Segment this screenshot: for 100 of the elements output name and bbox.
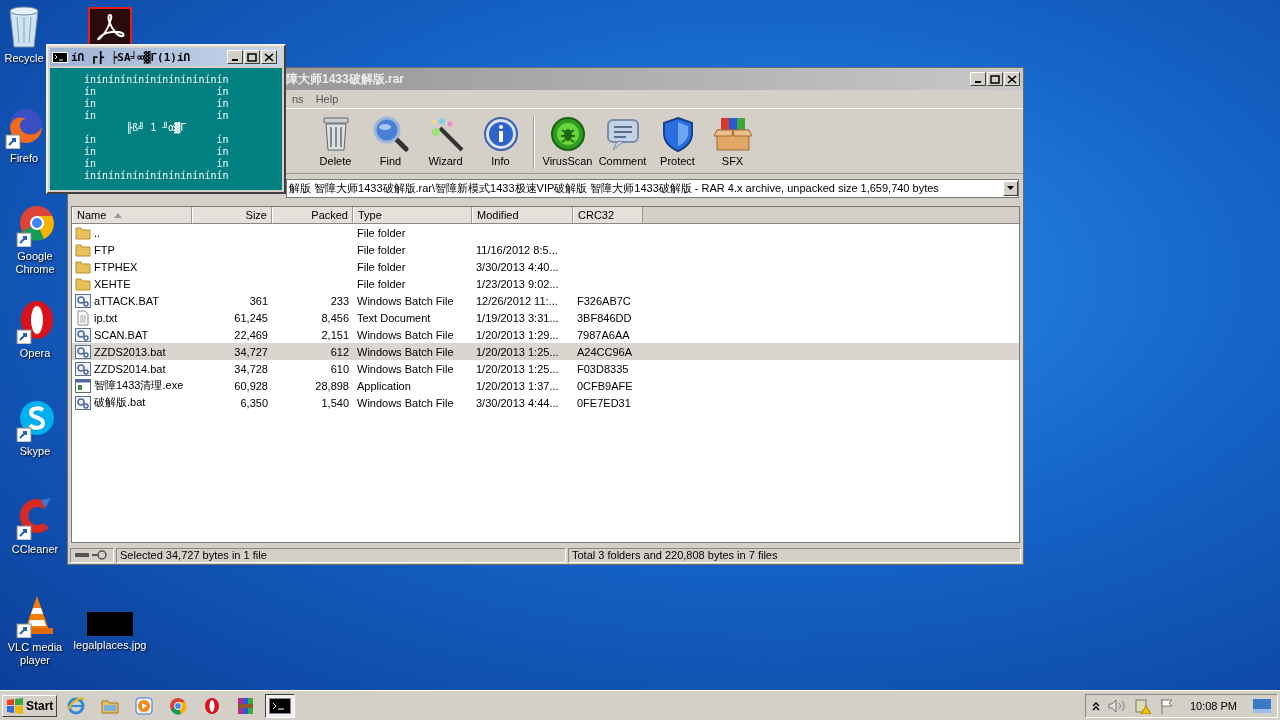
column-header[interactable]: Size: [192, 207, 272, 223]
file-row[interactable]: .. File folder: [72, 224, 1019, 241]
packed-size: 28,898: [315, 379, 349, 392]
modified-date: 11/16/2012 8:5...: [476, 243, 558, 256]
column-header[interactable]: Packed: [272, 207, 353, 223]
taskbar-button[interactable]: [265, 693, 296, 718]
toolbar-button[interactable]: Protect: [652, 113, 703, 169]
desktop-icon-label[interactable]: legalplaces.jpg: [73, 639, 147, 652]
file-row[interactable]: ip.txt 61,245 8,456 Text Document 1/19/2013 3:31... 3BF846DD: [72, 309, 1019, 326]
toolbar-button[interactable]: Delete: [310, 113, 361, 169]
column-header[interactable]: Modified: [472, 207, 573, 223]
opera-icon: [15, 300, 55, 344]
file-row[interactable]: aTTACK.BAT 361 233 Windows Batch File 12/26/2012 11:... F326AB7C: [72, 292, 1019, 309]
ie-icon: [66, 695, 87, 716]
folder-icon: [75, 275, 91, 292]
file-row[interactable]: 智障1433清理.exe 60,928 28,898 Application 1/20/2013 1:37... 0CFB9AFE: [72, 377, 1019, 394]
folder-icon: [75, 224, 91, 241]
text-file-icon: [75, 309, 91, 326]
chrome-icon: [168, 695, 189, 716]
gears-icon: [75, 343, 91, 360]
file-type: Windows Batch File: [357, 328, 454, 341]
maximize-icon: [990, 74, 1000, 84]
menu-item[interactable]: ns: [286, 93, 310, 105]
folder-icon: [75, 258, 91, 275]
file-row[interactable]: SCAN.BAT 22,469 2,151 Windows Batch File 1/20/2013 1:29... 7987A6AA: [72, 326, 1019, 343]
console-line: ínínínínínínínínínínínín: [84, 170, 230, 182]
desktop-icon-label[interactable]: Google Chrome: [2, 250, 68, 276]
file-row[interactable]: FTP File folder 11/16/2012 8:5...: [72, 241, 1019, 258]
file-name: aTTACK.BAT: [94, 294, 159, 307]
file-size: 34,728: [234, 362, 268, 375]
gears-icon: [75, 360, 91, 377]
file-name: ZZDS2013.bat: [94, 345, 166, 358]
path-field[interactable]: 解版 智障大师1433破解版.rar\智障新模式1433极速VIP破解版 智障大师1433破解版 - RAR 4.x archive, unpacked size 1,659,740 bytes: [286, 178, 1019, 198]
toolbar-button[interactable]: SFX: [707, 113, 758, 169]
crc-value: 3BF846DD: [577, 311, 632, 324]
file-name: 智障1433清理.exe: [94, 378, 184, 393]
modified-date: 1/20/2013 1:29...: [476, 328, 559, 341]
desktop-icon-label[interactable]: Skype: [19, 445, 51, 458]
status-text: Total 3 folders and 220,808 bytes in 7 files: [572, 549, 778, 561]
close-button[interactable]: [1004, 72, 1020, 86]
file-type: File folder: [357, 226, 406, 239]
column-header[interactable]: Type: [353, 207, 472, 223]
close-button[interactable]: [261, 50, 277, 64]
chevron-up-icon[interactable]: [1091, 700, 1100, 711]
file-row[interactable]: 破解版.bat 6,350 1,540 Windows Batch File 3/30/2013 4:44... 0FE7ED31: [72, 394, 1019, 411]
pdf-document-icon: [88, 7, 132, 47]
start-button[interactable]: Start: [2, 694, 58, 717]
show-desktop-icon[interactable]: [1253, 698, 1271, 713]
desktop-icon-label[interactable]: Firefo: [9, 152, 39, 165]
file-row[interactable]: FTPHEX File folder 3/30/2013 4:40...: [72, 258, 1019, 275]
toolbar-button[interactable]: Wizard: [420, 113, 471, 169]
file-type: Windows Batch File: [357, 362, 454, 375]
toolbar-button[interactable]: VirusScan: [542, 113, 593, 169]
clock[interactable]: 10:08 PM: [1189, 699, 1237, 712]
desktop-icon-label[interactable]: VLC media player: [2, 641, 68, 667]
maximize-icon: [247, 52, 257, 62]
minimize-button[interactable]: [227, 50, 243, 64]
console-line: ín ín: [84, 86, 230, 98]
column-header[interactable]: Name: [72, 207, 192, 223]
minimize-icon: [975, 81, 981, 83]
chrome-icon: [15, 203, 55, 247]
file-name: ip.txt: [94, 311, 118, 324]
maximize-button[interactable]: [987, 72, 1003, 86]
console-line: ín ín: [84, 134, 230, 146]
window-title: 障大师1433破解版.rar: [286, 70, 406, 88]
crc-value: 0FE7ED31: [577, 396, 631, 409]
packed-size: 8,456: [321, 311, 349, 324]
console-line: ín ín: [84, 158, 230, 170]
crc-value: A24CC96A: [577, 345, 633, 358]
modified-date: 1/20/2013 1:25...: [476, 345, 559, 358]
packed-size: 2,151: [321, 328, 349, 341]
toolbar-button[interactable]: Info: [475, 113, 526, 169]
console-icon: [52, 51, 68, 63]
file-name: FTP: [94, 243, 115, 256]
console-line: ín ín: [84, 146, 230, 158]
menu-item[interactable]: Help: [309, 93, 345, 105]
desktop-icon-label[interactable]: Recycle: [4, 52, 44, 65]
desktop-icon-label[interactable]: Opera: [19, 347, 51, 360]
file-row[interactable]: XEHTE File folder 1/23/2013 9:02...: [72, 275, 1019, 292]
toolbar-button[interactable]: Comment: [597, 113, 648, 169]
magnifier-icon: [372, 115, 409, 152]
file-type: Windows Batch File: [357, 396, 454, 409]
maximize-button[interactable]: [244, 50, 260, 64]
flag-icon[interactable]: [1159, 697, 1174, 714]
desktop-icon-label[interactable]: CCleaner: [11, 543, 59, 556]
file-name: FTPHEX: [94, 260, 138, 273]
crc-value: F326AB7C: [577, 294, 631, 307]
modified-date: 1/20/2013 1:25...: [476, 362, 559, 375]
toolbar-button[interactable]: Find: [365, 113, 416, 169]
file-type: File folder: [357, 260, 406, 273]
selected-row[interactable]: ZZDS2013.bat 34,727 612 Windows Batch File 1/20/2013 1:25... A24CC96A: [72, 343, 1019, 360]
speaker-icon[interactable]: [1107, 698, 1126, 713]
modified-date: 3/30/2013 4:44...: [476, 396, 559, 409]
file-type: Windows Batch File: [357, 345, 454, 358]
column-header[interactable]: CRC32: [573, 207, 643, 223]
file-row[interactable]: ZZDS2014.bat 34,728 610 Windows Batch File 1/20/2013 1:25... F03D8335: [72, 360, 1019, 377]
crc-value: F03D8335: [577, 362, 629, 375]
image-thumbnail-icon: [87, 612, 133, 636]
minimize-button[interactable]: [970, 72, 986, 86]
folder-icon: [75, 241, 91, 258]
